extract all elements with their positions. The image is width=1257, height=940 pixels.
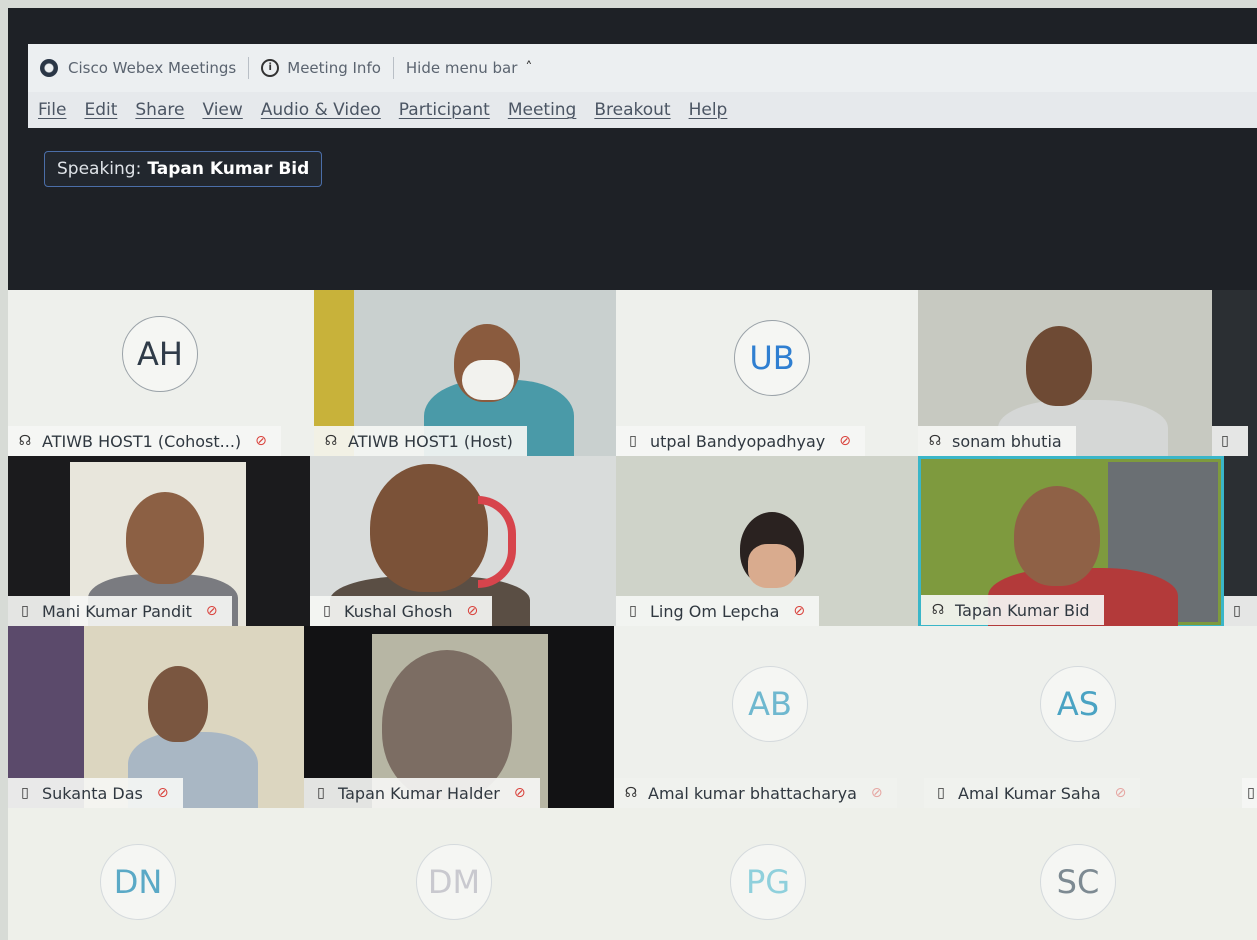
participant-tile-sonam[interactable]: ☊ sonam bhutia bbox=[918, 290, 1212, 456]
participant-tile-tapan-bid[interactable]: ☊ Tapan Kumar Bid bbox=[918, 456, 1224, 628]
participant-tile-as[interactable]: AS ▯ Amal Kumar Saha ⊘ bbox=[924, 626, 1242, 808]
avatar: AB bbox=[732, 666, 808, 742]
phone-icon: ▯ bbox=[21, 603, 29, 619]
muted-mic-icon[interactable]: ⊘ bbox=[255, 433, 267, 449]
participant-nameplate: ☊ ATIWB HOST1 (Host) bbox=[314, 426, 527, 456]
participant-nameplate: ▯ bbox=[1224, 596, 1257, 626]
menu-meeting[interactable]: Meeting bbox=[508, 100, 577, 120]
participant-nameplate: ▯ Tapan Kumar Halder ⊘ bbox=[304, 778, 540, 808]
avatar: AH bbox=[122, 316, 198, 392]
speaking-indicator: Speaking: Tapan Kumar Bid bbox=[44, 151, 323, 187]
info-icon: i bbox=[261, 59, 280, 77]
avatar-dn[interactable]: DN bbox=[100, 844, 176, 920]
headphones-graphic bbox=[478, 496, 516, 588]
menu-view[interactable]: View bbox=[202, 100, 242, 120]
meeting-info-button[interactable]: i Meeting Info bbox=[249, 59, 393, 77]
participant-tile-host[interactable]: ☊ ATIWB HOST1 (Host) bbox=[314, 290, 616, 456]
participant-tile-ling[interactable]: ▯ Ling Om Lepcha ⊘ bbox=[616, 456, 918, 626]
phone-icon: ▯ bbox=[937, 785, 945, 801]
muted-mic-icon[interactable]: ⊘ bbox=[206, 603, 218, 619]
menu-participant[interactable]: Participant bbox=[399, 100, 490, 120]
menu-share[interactable]: Share bbox=[135, 100, 184, 120]
phone-icon: ▯ bbox=[1233, 603, 1241, 619]
participant-row-bottom: DN DM PG SC bbox=[8, 808, 1257, 940]
webex-window: Cisco Webex Meetings i Meeting Info Hide… bbox=[8, 8, 1257, 940]
participant-tile-kushal[interactable]: ▯ Kushal Ghosh ⊘ bbox=[310, 456, 616, 626]
muted-mic-icon[interactable]: ⊘ bbox=[1115, 785, 1127, 801]
video-person-head bbox=[1026, 326, 1092, 406]
video-person-head bbox=[1014, 486, 1100, 586]
avatar: AS bbox=[1040, 666, 1116, 742]
chevron-up-icon: ˄ bbox=[525, 60, 533, 76]
participant-nameplate: ☊ Amal kumar bhattacharya ⊘ bbox=[614, 778, 897, 808]
muted-mic-icon[interactable]: ⊘ bbox=[514, 785, 526, 801]
participant-tile-tapan-halder[interactable]: ▯ Tapan Kumar Halder ⊘ bbox=[304, 626, 614, 808]
title-bar: Cisco Webex Meetings i Meeting Info Hide… bbox=[28, 44, 1257, 92]
headset-icon: ☊ bbox=[931, 602, 945, 618]
headset-icon: ☊ bbox=[18, 433, 32, 449]
participant-tile-overflow[interactable]: ▯ bbox=[1242, 626, 1257, 808]
avatar-pg[interactable]: PG bbox=[730, 844, 806, 920]
participant-nameplate: ☊ sonam bhutia bbox=[918, 426, 1076, 456]
participant-tile-ub[interactable]: UB ▯ utpal Bandyopadhyay ⊘ bbox=[616, 290, 918, 456]
phone-icon: ▯ bbox=[323, 603, 331, 619]
video-person-head bbox=[370, 464, 488, 592]
phone-icon: ▯ bbox=[317, 785, 325, 801]
muted-mic-icon[interactable]: ⊘ bbox=[466, 603, 478, 619]
avatar: UB bbox=[734, 320, 810, 396]
phone-icon: ▯ bbox=[1247, 785, 1255, 801]
face-mask bbox=[462, 360, 514, 400]
hide-menu-bar-button[interactable]: Hide menu bar ˄ bbox=[394, 59, 544, 77]
muted-mic-icon[interactable]: ⊘ bbox=[157, 785, 169, 801]
video-person-head bbox=[126, 492, 204, 584]
participant-tile-mani[interactable]: ▯ Mani Kumar Pandit ⊘ bbox=[8, 456, 310, 626]
menu-bar: File Edit Share View Audio & Video Parti… bbox=[28, 92, 1257, 128]
participant-nameplate: ▯ bbox=[1242, 778, 1257, 808]
participant-tile-overflow[interactable]: ▯ bbox=[1224, 456, 1257, 626]
avatar-dm[interactable]: DM bbox=[416, 844, 492, 920]
video-person-face bbox=[748, 544, 796, 588]
participant-tile-overflow[interactable]: ▯ bbox=[1212, 290, 1257, 456]
participant-nameplate: ▯ Amal Kumar Saha ⊘ bbox=[924, 778, 1141, 808]
headset-icon: ☊ bbox=[928, 433, 942, 449]
menu-audio-video[interactable]: Audio & Video bbox=[261, 100, 381, 120]
video-person-head bbox=[148, 666, 208, 742]
participant-nameplate: ▯ Ling Om Lepcha ⊘ bbox=[616, 596, 820, 626]
phone-icon: ▯ bbox=[629, 433, 637, 449]
menu-edit[interactable]: Edit bbox=[84, 100, 117, 120]
menu-breakout[interactable]: Breakout bbox=[594, 100, 670, 120]
phone-icon: ▯ bbox=[629, 603, 637, 619]
webex-logo-icon bbox=[40, 59, 58, 77]
participant-nameplate: ▯ bbox=[1212, 426, 1248, 456]
participant-nameplate: ☊ Tapan Kumar Bid bbox=[921, 595, 1104, 625]
participant-tile-ah[interactable]: AH ☊ ATIWB HOST1 (Cohost...) ⊘ bbox=[8, 290, 314, 456]
participant-nameplate: ☊ ATIWB HOST1 (Cohost...) ⊘ bbox=[8, 426, 281, 456]
menu-file[interactable]: File bbox=[38, 100, 66, 120]
muted-mic-icon[interactable]: ⊘ bbox=[793, 603, 805, 619]
headset-icon: ☊ bbox=[324, 433, 338, 449]
participant-nameplate: ▯ utpal Bandyopadhyay ⊘ bbox=[616, 426, 865, 456]
phone-icon: ▯ bbox=[1221, 433, 1229, 449]
participant-nameplate: ▯ Mani Kumar Pandit ⊘ bbox=[8, 596, 232, 626]
app-name: Cisco Webex Meetings bbox=[28, 59, 248, 77]
muted-mic-icon[interactable]: ⊘ bbox=[839, 433, 851, 449]
phone-icon: ▯ bbox=[21, 785, 29, 801]
participant-nameplate: ▯ Kushal Ghosh ⊘ bbox=[310, 596, 493, 626]
muted-mic-icon[interactable]: ⊘ bbox=[871, 785, 883, 801]
avatar-sc[interactable]: SC bbox=[1040, 844, 1116, 920]
headset-icon: ☊ bbox=[624, 785, 638, 801]
participant-tile-sukanta[interactable]: ▯ Sukanta Das ⊘ bbox=[8, 626, 304, 808]
participant-tile-ab[interactable]: AB ☊ Amal kumar bhattacharya ⊘ bbox=[614, 626, 924, 808]
menu-help[interactable]: Help bbox=[689, 100, 728, 120]
participant-nameplate: ▯ Sukanta Das ⊘ bbox=[8, 778, 183, 808]
